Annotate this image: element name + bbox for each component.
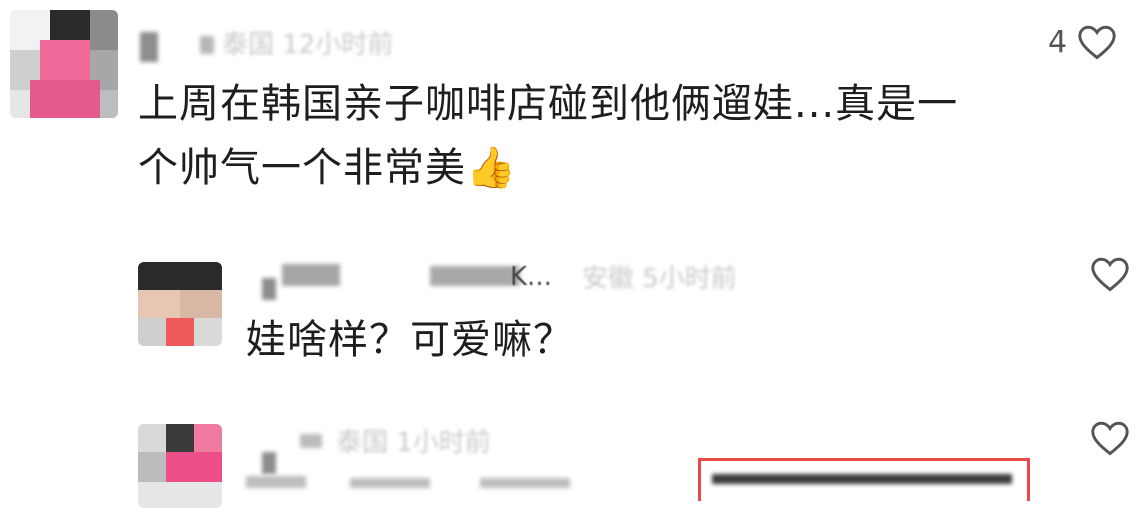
comment-text-blurred <box>246 476 306 488</box>
username-tail: K... <box>510 262 552 292</box>
heart-outline-icon[interactable] <box>1090 420 1130 456</box>
reply-item: K... 安徽 5小时前 娃啥样？可爱嘛？ <box>0 240 1147 400</box>
comment-meta: 安徽 5小时前 <box>582 264 737 294</box>
comment-item: 泰国 12小时前 上周在韩国亲子咖啡店碰到他俩遛娃...真是一 个帅气一个非常美… <box>0 0 1147 240</box>
comment-text-line: 个帅气一个非常美👍 <box>138 136 1088 200</box>
comment-text-segment: 个帅气一个非常美 <box>138 145 466 191</box>
comment-text: 上周在韩国亲子咖啡店碰到他俩遛娃...真是一 个帅气一个非常美👍 <box>138 72 1088 200</box>
username-blurred[interactable] <box>430 266 520 286</box>
username-blurred[interactable] <box>282 264 340 286</box>
comment-text-line: 上周在韩国亲子咖啡店碰到他俩遛娃...真是一 <box>138 81 959 127</box>
username-blurred[interactable] <box>140 32 158 62</box>
avatar[interactable] <box>138 262 222 346</box>
like-control[interactable] <box>1090 256 1130 292</box>
like-control[interactable] <box>1090 420 1130 456</box>
avatar[interactable] <box>10 10 118 118</box>
comment-meta: 泰国 12小时前 <box>222 30 394 60</box>
username-blurred[interactable] <box>300 434 322 448</box>
comment-text-blurred <box>480 478 570 488</box>
comment-meta: 泰国 1小时前 <box>336 428 491 458</box>
thumbs-up-icon: 👍 <box>466 145 517 191</box>
heart-outline-icon[interactable] <box>1090 256 1130 292</box>
username-blurred[interactable] <box>262 278 276 300</box>
username-blurred[interactable] <box>262 452 276 474</box>
heart-outline-icon[interactable] <box>1077 24 1117 60</box>
avatar[interactable] <box>138 424 222 508</box>
comment-text-blurred <box>350 478 430 488</box>
highlight-text-blurred <box>712 474 1012 484</box>
username-blurred[interactable] <box>200 36 214 54</box>
like-control[interactable]: 4 <box>1048 24 1117 60</box>
reply-item: 泰国 1小时前 <box>0 400 1147 508</box>
comment-text: 娃啥样？可爱嘛？ <box>246 317 574 363</box>
like-count: 4 <box>1048 24 1068 60</box>
